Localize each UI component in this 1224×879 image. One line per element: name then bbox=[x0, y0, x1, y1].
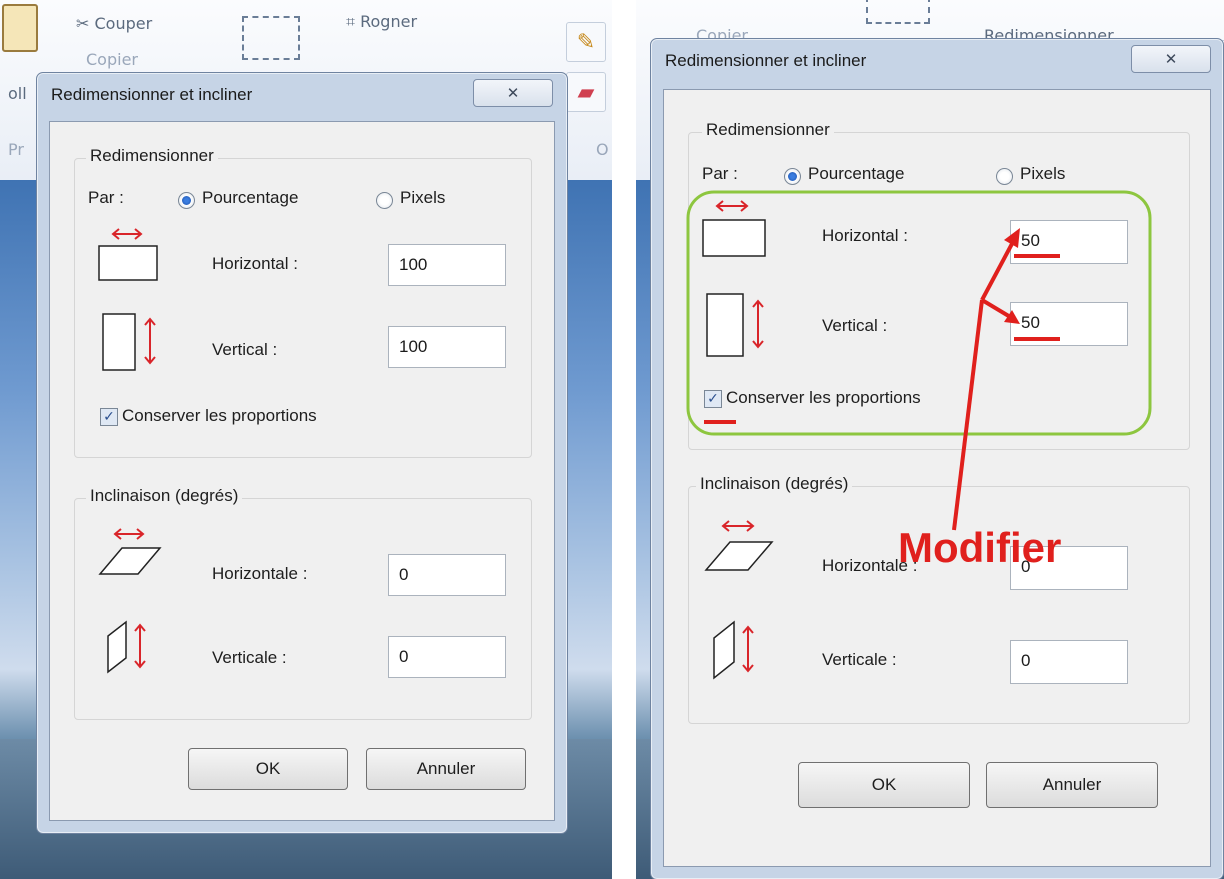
arrow-shaft-branch bbox=[980, 298, 1014, 320]
vertical-resize-icon bbox=[102, 313, 156, 371]
keep-ratio-label: Conserver les proportions bbox=[122, 406, 317, 425]
eraser-icon[interactable]: ▰ bbox=[566, 72, 606, 112]
select-icon[interactable] bbox=[866, 0, 930, 24]
scissors-icon: ✂ bbox=[76, 14, 90, 33]
skew-group-label: Inclinaison (degrés) bbox=[86, 486, 243, 506]
ribbon-partial-label: oll bbox=[8, 84, 27, 103]
horizontal-input[interactable]: 100 bbox=[388, 244, 506, 286]
skew-horizontal-label: Horizontale : bbox=[212, 564, 308, 583]
arrow-shaft-top bbox=[980, 239, 1016, 301]
screenshot-after: Copier Redimensionner ✎ Redimensionner e… bbox=[636, 0, 1224, 879]
skew-vertical-label: Verticale : bbox=[212, 648, 287, 667]
ribbon-partial-label-2: Pr bbox=[8, 140, 24, 159]
crop-icon: ⌗ bbox=[346, 12, 356, 31]
horizontal-resize-icon bbox=[98, 228, 158, 281]
select-icon[interactable] bbox=[242, 16, 300, 60]
cancel-button[interactable]: Annuler bbox=[366, 748, 526, 790]
resize-dialog: Redimensionner et incliner ✕ Redimension… bbox=[36, 72, 568, 834]
percent-label: Pourcentage bbox=[202, 188, 299, 207]
dialog-client: Redimensionner Par : Pourcentage Pixels … bbox=[49, 121, 555, 821]
highlight-box bbox=[686, 190, 1152, 436]
crop-button[interactable]: ⌗ Rogner bbox=[346, 12, 417, 32]
by-label: Par : bbox=[88, 188, 124, 207]
arrow-shaft bbox=[952, 299, 984, 531]
vertical-label: Vertical : bbox=[212, 340, 278, 359]
vertical-skew-icon bbox=[107, 620, 146, 674]
arrow-head-branch bbox=[1004, 310, 1020, 324]
dialog-titlebar[interactable]: Redimensionner et incliner ✕ bbox=[651, 39, 1223, 87]
horizontal-skew-icon bbox=[98, 528, 162, 575]
keep-ratio-checkbox[interactable]: ✓ bbox=[100, 408, 118, 426]
annotation-label: Modifier bbox=[898, 524, 1062, 571]
ribbon-partial-label-3: O bbox=[596, 140, 609, 159]
ok-button[interactable]: OK bbox=[188, 748, 348, 790]
close-button[interactable]: ✕ bbox=[1131, 45, 1211, 73]
resize-group-label: Redimensionner bbox=[86, 146, 218, 166]
screenshot-before: ✂ Couper Copier ⌗ Rogner oll Pr ✎ ▰ O Re… bbox=[0, 0, 612, 879]
pixels-label: Pixels bbox=[400, 188, 446, 207]
annotation-overlay bbox=[686, 190, 1152, 531]
resize-dialog: Redimensionner et incliner ✕ Redimension… bbox=[650, 38, 1224, 879]
close-icon: ✕ bbox=[1164, 50, 1178, 68]
dialog-titlebar[interactable]: Redimensionner et incliner ✕ bbox=[37, 73, 567, 121]
paste-icon[interactable] bbox=[2, 4, 38, 52]
vertical-input[interactable]: 100 bbox=[388, 326, 506, 368]
dialog-title: Redimensionner et incliner bbox=[665, 51, 867, 70]
copy-button[interactable]: Copier bbox=[86, 50, 138, 69]
skew-horizontal-input[interactable]: 0 bbox=[388, 554, 506, 596]
cut-button[interactable]: ✂ Couper bbox=[76, 14, 152, 33]
skew-vertical-input[interactable]: 0 bbox=[388, 636, 506, 678]
pencil-icon[interactable]: ✎ bbox=[566, 22, 606, 62]
horizontal-label: Horizontal : bbox=[212, 254, 298, 273]
dialog-title: Redimensionner et incliner bbox=[51, 85, 253, 104]
percent-radio[interactable] bbox=[178, 192, 195, 209]
pixels-radio[interactable] bbox=[376, 192, 393, 209]
dialog-client: Redimensionner Par : Pourcentage Pixels … bbox=[663, 89, 1211, 867]
close-button[interactable]: ✕ bbox=[473, 79, 553, 107]
close-icon: ✕ bbox=[506, 84, 520, 102]
